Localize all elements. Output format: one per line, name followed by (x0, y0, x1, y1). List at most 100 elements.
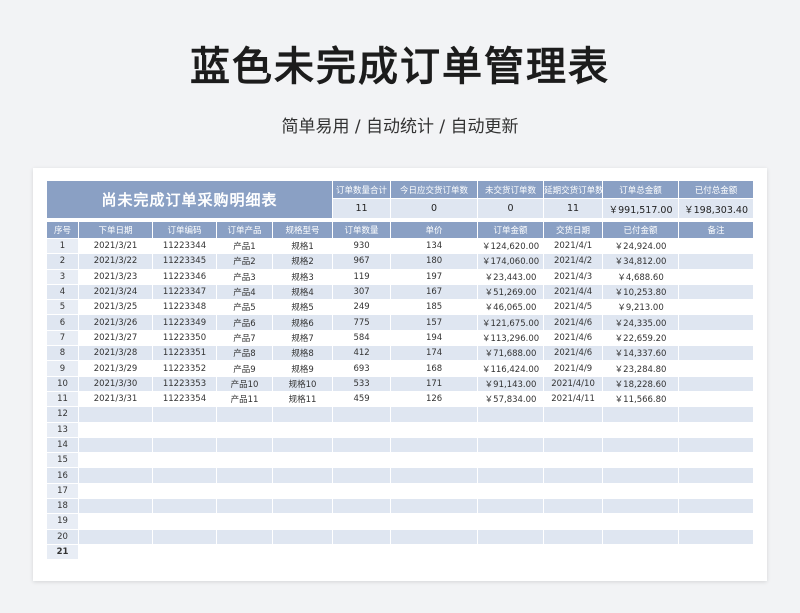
table-cell[interactable] (216, 513, 273, 530)
table-cell[interactable] (390, 498, 479, 515)
table-cell[interactable] (477, 528, 545, 545)
table-cell[interactable]: 2021/4/6 (543, 329, 604, 347)
table-cell[interactable] (678, 390, 755, 408)
table-cell[interactable]: ￥11,566.80 (602, 390, 680, 408)
table-cell[interactable] (152, 513, 217, 530)
table-cell[interactable]: 2021/3/22 (78, 253, 153, 270)
table-cell[interactable] (602, 528, 680, 545)
table-cell[interactable] (271, 543, 334, 561)
table-cell[interactable] (78, 467, 153, 484)
table-cell[interactable] (152, 421, 217, 438)
table-cell[interactable]: 21 (46, 543, 79, 561)
column-header[interactable]: 订单数量 (332, 221, 392, 239)
table-cell[interactable]: 15 (46, 452, 79, 469)
table-cell[interactable] (477, 436, 545, 454)
table-cell[interactable]: 13 (46, 421, 79, 438)
table-cell[interactable]: 2021/3/26 (78, 314, 153, 331)
table-cell[interactable] (271, 498, 334, 515)
table-cell[interactable]: 11223350 (152, 329, 217, 347)
table-cell[interactable]: 930 (332, 237, 392, 255)
table-cell[interactable] (78, 543, 153, 561)
table-cell[interactable] (678, 237, 755, 255)
table-cell[interactable] (271, 452, 334, 469)
table-cell[interactable] (78, 498, 153, 515)
table-cell[interactable] (216, 528, 273, 545)
table-cell[interactable] (678, 543, 755, 561)
column-header[interactable]: 交货日期 (543, 221, 604, 239)
table-cell[interactable] (602, 436, 680, 454)
table-cell[interactable] (602, 421, 680, 438)
table-cell[interactable]: 6 (46, 314, 79, 331)
table-cell[interactable] (678, 513, 755, 530)
table-cell[interactable]: 2021/4/5 (543, 299, 604, 316)
table-cell[interactable] (543, 452, 604, 469)
table-cell[interactable]: 18 (46, 498, 79, 515)
table-cell[interactable] (216, 467, 273, 484)
table-cell[interactable] (602, 543, 680, 561)
table-cell[interactable]: 产品1 (216, 237, 273, 255)
table-cell[interactable] (78, 528, 153, 545)
table-cell[interactable] (390, 467, 479, 484)
table-cell[interactable] (271, 406, 334, 423)
table-cell[interactable]: 规格7 (271, 329, 334, 347)
table-cell[interactable] (152, 498, 217, 515)
table-cell[interactable]: 产品9 (216, 360, 273, 377)
table-cell[interactable]: ￥71,688.00 (477, 345, 545, 362)
table-cell[interactable]: 2021/4/2 (543, 253, 604, 270)
table-cell[interactable] (678, 452, 755, 469)
table-cell[interactable]: 180 (390, 253, 479, 270)
table-cell[interactable]: ￥14,337.60 (602, 345, 680, 362)
table-cell[interactable] (152, 452, 217, 469)
table-cell[interactable] (390, 452, 479, 469)
table-cell[interactable] (602, 406, 680, 423)
table-cell[interactable]: 10 (46, 375, 79, 392)
table-cell[interactable]: 2021/3/21 (78, 237, 153, 255)
table-cell[interactable]: ￥18,228.60 (602, 375, 680, 392)
table-cell[interactable]: 11223349 (152, 314, 217, 331)
table-cell[interactable]: 19 (46, 513, 79, 530)
table-cell[interactable] (543, 421, 604, 438)
table-cell[interactable]: 14 (46, 436, 79, 454)
table-cell[interactable]: 规格4 (271, 283, 334, 301)
table-cell[interactable]: ￥22,659.20 (602, 329, 680, 347)
table-cell[interactable]: 967 (332, 253, 392, 270)
table-cell[interactable]: ￥91,143.00 (477, 375, 545, 392)
table-cell[interactable]: 533 (332, 375, 392, 392)
table-cell[interactable]: 307 (332, 283, 392, 301)
table-cell[interactable]: 2021/3/23 (78, 268, 153, 285)
table-cell[interactable] (477, 421, 545, 438)
table-cell[interactable]: 2021/4/1 (543, 237, 604, 255)
table-cell[interactable] (678, 299, 755, 316)
table-cell[interactable]: 4 (46, 283, 79, 301)
table-cell[interactable] (543, 513, 604, 530)
table-cell[interactable]: 2021/3/29 (78, 360, 153, 377)
table-cell[interactable] (602, 482, 680, 500)
table-cell[interactable] (390, 528, 479, 545)
table-cell[interactable] (78, 452, 153, 469)
table-cell[interactable] (332, 482, 392, 500)
table-cell[interactable]: 11 (46, 390, 79, 408)
table-cell[interactable] (78, 513, 153, 530)
table-cell[interactable]: 规格6 (271, 314, 334, 331)
table-cell[interactable]: 197 (390, 268, 479, 285)
table-cell[interactable]: 11223345 (152, 253, 217, 270)
table-cell[interactable]: 产品6 (216, 314, 273, 331)
table-cell[interactable] (477, 482, 545, 500)
table-cell[interactable]: 产品2 (216, 253, 273, 270)
table-cell[interactable]: 1 (46, 237, 79, 255)
table-cell[interactable]: 2021/3/27 (78, 329, 153, 347)
table-cell[interactable] (678, 345, 755, 362)
table-cell[interactable]: 412 (332, 345, 392, 362)
table-cell[interactable] (332, 436, 392, 454)
table-cell[interactable]: 11223344 (152, 237, 217, 255)
table-cell[interactable] (152, 406, 217, 423)
table-cell[interactable] (678, 498, 755, 515)
table-cell[interactable]: ￥113,296.00 (477, 329, 545, 347)
table-cell[interactable] (543, 436, 604, 454)
table-cell[interactable] (678, 528, 755, 545)
table-cell[interactable]: 174 (390, 345, 479, 362)
table-cell[interactable]: 249 (332, 299, 392, 316)
column-header[interactable]: 订单金额 (477, 221, 545, 239)
table-cell[interactable]: 459 (332, 390, 392, 408)
table-cell[interactable] (678, 421, 755, 438)
